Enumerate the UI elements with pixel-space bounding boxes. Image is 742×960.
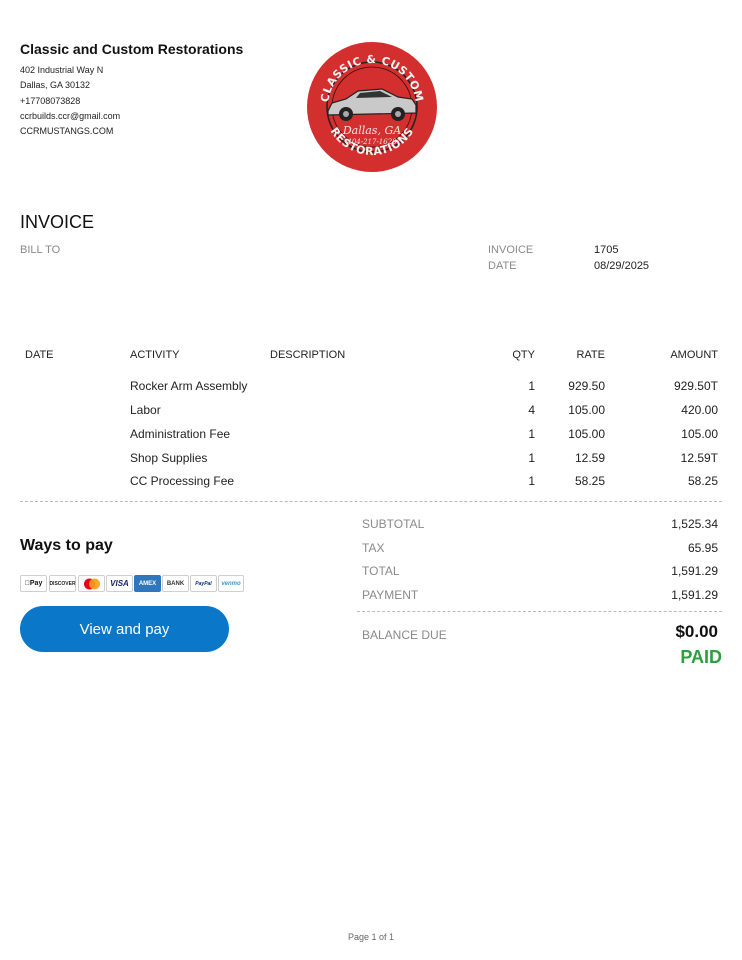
view-and-pay-button[interactable]: View and pay — [20, 606, 229, 652]
payment-value: 1,591.29 — [671, 588, 718, 602]
invoice-date-label: DATE — [488, 260, 517, 272]
subtotal-label: SUBTOTAL — [362, 517, 425, 531]
company-website: CCRMUSTANGS.COM — [20, 126, 114, 136]
row-rate: 58.25 — [574, 474, 605, 488]
row-qty: 1 — [528, 451, 535, 465]
row-activity: Shop Supplies — [130, 451, 208, 465]
row-amount: 105.00 — [681, 427, 718, 441]
row-rate: 12.59 — [574, 451, 605, 465]
discover-icon: DISCOVER — [49, 575, 76, 592]
header-rate: RATE — [576, 349, 605, 361]
balance-due-value: $0.00 — [675, 622, 718, 641]
company-name: Classic and Custom Restorations — [20, 41, 244, 57]
paid-status-badge: PAID — [680, 647, 722, 667]
total-value: 1,591.29 — [671, 564, 718, 578]
invoice-date: 08/29/2025 — [594, 260, 650, 272]
total-label: TOTAL — [362, 564, 400, 578]
row-qty: 4 — [528, 403, 535, 417]
bank-icon: BANK — [162, 575, 189, 592]
company-logo: CLASSIC & CUSTOM RESTORATIONS Dallas, GA… — [306, 41, 438, 173]
row-activity: Rocker Arm Assembly — [130, 379, 248, 393]
subtotal-value: 1,525.34 — [671, 517, 718, 531]
row-activity: Labor — [130, 403, 161, 417]
row-qty: 1 — [528, 427, 535, 441]
header-description: DESCRIPTION — [270, 349, 346, 361]
apple-pay-icon: Pay — [20, 575, 47, 592]
company-address-line2: Dallas, GA 30132 — [20, 80, 91, 90]
row-amount: 12.59T — [680, 451, 718, 465]
mastercard-icon — [78, 575, 105, 592]
balance-due-label: BALANCE DUE — [362, 628, 447, 642]
page-number: Page 1 of 1 — [347, 932, 395, 942]
header-amount: AMOUNT — [670, 349, 718, 361]
row-amount: 58.25 — [687, 474, 718, 488]
company-phone: +17708073828 — [20, 96, 81, 106]
invoice-title: INVOICE — [20, 212, 95, 232]
logo-phone: 404-217-1628 — [346, 138, 397, 146]
row-activity: CC Processing Fee — [130, 474, 235, 488]
row-amount: 420.00 — [681, 403, 718, 417]
header-activity: ACTIVITY — [130, 349, 180, 361]
row-rate: 929.50 — [568, 379, 605, 393]
row-activity: Administration Fee — [130, 427, 231, 441]
amex-icon: AMEX — [134, 575, 161, 592]
tax-label: TAX — [362, 541, 385, 555]
logo-city: Dallas, GA — [342, 124, 401, 137]
payment-label: PAYMENT — [362, 588, 419, 602]
paypal-icon: PayPal — [190, 575, 217, 592]
venmo-icon: venmo — [218, 575, 244, 592]
header-date: DATE — [25, 349, 54, 361]
ways-to-pay-heading: Ways to pay — [20, 537, 113, 554]
visa-icon: VISA — [106, 575, 133, 592]
row-amount: 929.50T — [673, 379, 718, 393]
tax-value: 65.95 — [687, 541, 718, 555]
invoice-number: 1705 — [594, 244, 619, 256]
company-email: ccrbuilds.ccr@gmail.com — [20, 111, 121, 121]
row-rate: 105.00 — [568, 403, 605, 417]
row-rate: 105.00 — [568, 427, 605, 441]
invoice-number-label: INVOICE — [488, 244, 534, 256]
row-qty: 1 — [528, 474, 535, 488]
table-divider — [20, 501, 722, 502]
header-qty: QTY — [512, 349, 535, 361]
company-address-line1: 402 Industrial Way N — [20, 65, 104, 75]
bill-to-label: BILL TO — [20, 244, 61, 256]
summary-divider — [357, 611, 722, 612]
row-qty: 1 — [528, 379, 535, 393]
